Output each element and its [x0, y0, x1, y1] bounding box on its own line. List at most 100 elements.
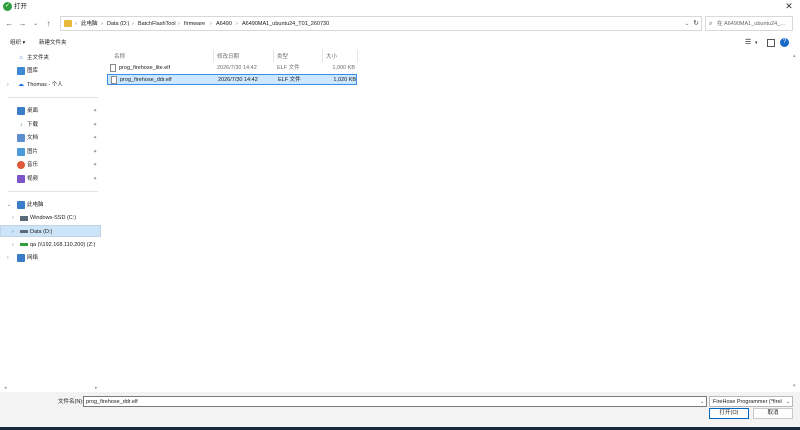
pin-icon: ✦ [93, 176, 98, 182]
gallery-icon [17, 67, 25, 75]
cancel-button[interactable]: 取消 [753, 408, 793, 419]
column-header-size[interactable]: 大小 [326, 53, 337, 61]
sidebar-item-music[interactable]: 音乐 ✦ [0, 159, 101, 171]
pictures-icon [17, 148, 25, 156]
file-size: 1,000 KB [332, 65, 355, 71]
navigation-pane: ⌂ 主文件夹 图库 › ☁ Thomas - 个人 桌面 ✦ ↓ 下载 ✦ 文档… [0, 50, 103, 390]
network-icon [17, 254, 25, 262]
column-header-modified[interactable]: 修改日期 [217, 53, 239, 61]
column-divider[interactable] [357, 50, 358, 62]
search-icon: ⌕ [709, 21, 713, 27]
file-type-filter[interactable]: FireHose Programmer (*firel ⌄ [709, 396, 793, 407]
breadcrumb-this-pc[interactable]: 此电脑 [81, 19, 98, 29]
chevron-right-icon[interactable]: › [12, 227, 14, 237]
sidebar-item-network-drive[interactable]: › qa (\\192.168.110.200) (Z:) [0, 239, 101, 251]
sidebar-item-videos[interactable]: 视频 ✦ [0, 173, 101, 185]
sidebar-item-downloads[interactable]: ↓ 下载 ✦ [0, 119, 101, 131]
file-icon [111, 76, 117, 84]
breadcrumb-current-folder[interactable]: A6490MA1_ubuntu24_T01_260730 [242, 19, 329, 29]
up-button[interactable]: ↑ [43, 18, 54, 30]
forward-button[interactable]: → [17, 18, 28, 30]
desktop-icon [17, 107, 25, 115]
close-button[interactable]: ✕ [781, 0, 797, 13]
sidebar-item-this-pc[interactable]: ⌄ 此电脑 [0, 199, 101, 211]
home-icon: ⌂ [19, 55, 23, 61]
drive-icon [20, 216, 28, 221]
preview-pane-icon[interactable] [767, 39, 775, 47]
chevron-down-icon[interactable]: ⌄ [7, 200, 11, 210]
breadcrumb-separator: › [75, 21, 77, 27]
file-type: ELF 文件 [277, 65, 300, 71]
filename-field[interactable] [83, 396, 707, 407]
chevron-down-icon[interactable]: ▾ [755, 38, 758, 48]
title-bar: ✓ 打开 ✕ [0, 0, 800, 13]
breadcrumb-batchflashtool[interactable]: BatchFlashTool [138, 19, 176, 29]
scroll-left-arrow[interactable]: ◂ [4, 385, 7, 391]
scroll-down-arrow[interactable]: ▾ [793, 383, 796, 389]
sidebar-item-gallery[interactable]: 图库 [0, 65, 101, 77]
filename-label: 文件名(N): [58, 399, 84, 405]
column-divider[interactable] [213, 50, 214, 62]
chevron-right-icon[interactable]: › [12, 240, 14, 250]
file-modified: 2026/7/30 14:42 [218, 77, 258, 83]
sidebar-item-network[interactable]: › 网络 [0, 252, 101, 264]
breadcrumb-firmware[interactable]: firmware [184, 19, 205, 29]
search-input[interactable]: 在 A6490MA1_ubuntu24_... [717, 19, 791, 29]
sidebar-item-label: 音乐 [27, 162, 39, 168]
sidebar-item-label: 视频 [27, 176, 39, 182]
breadcrumb-a6490[interactable]: A6490 [216, 19, 232, 29]
sidebar-item-label: Thomas - 个人 [27, 82, 63, 88]
back-button[interactable]: ← [4, 18, 15, 30]
divider [8, 191, 98, 192]
sidebar-item-desktop[interactable]: 桌面 ✦ [0, 105, 101, 117]
chevron-right-icon[interactable]: › [12, 213, 14, 223]
pin-icon: ✦ [93, 135, 98, 141]
column-divider[interactable] [273, 50, 274, 62]
sidebar-item-label: 主文件夹 [27, 55, 50, 61]
chevron-right-icon[interactable]: › [7, 253, 9, 263]
recent-locations-button[interactable]: ⌄ [30, 18, 41, 30]
scroll-right-arrow[interactable]: ▸ [95, 385, 98, 391]
file-row[interactable]: prog_firehose_ddr.elf 2026/7/30 14:42 EL… [107, 74, 357, 85]
sidebar-item-windows-ssd[interactable]: › Windows-SSD (C:) [0, 212, 101, 224]
sidebar-item-pictures[interactable]: 图片 ✦ [0, 146, 101, 158]
new-folder-button[interactable]: 新建文件夹 [39, 38, 67, 48]
breadcrumb-separator: › [101, 21, 103, 27]
chevron-down-icon[interactable]: ⌄ [685, 19, 689, 29]
chevron-right-icon[interactable]: › [7, 80, 9, 90]
pin-icon: ✦ [93, 162, 98, 168]
column-header-type[interactable]: 类型 [277, 53, 288, 61]
sidebar-item-data-drive[interactable]: › Data (D:) [0, 225, 101, 237]
sidebar-item-label: 此电脑 [27, 202, 44, 208]
pin-icon: ✦ [93, 149, 98, 155]
breadcrumb-data-drive[interactable]: Data (D:) [107, 19, 129, 29]
search-box[interactable]: ⌕ 在 A6490MA1_ubuntu24_... [705, 16, 793, 31]
sidebar-item-label: 下载 [27, 122, 39, 128]
file-icon [110, 64, 116, 72]
sidebar-item-label: 桌面 [27, 108, 39, 114]
help-icon[interactable]: ? [780, 38, 789, 47]
cloud-icon: ☁ [18, 82, 24, 88]
sidebar-item-thomas[interactable]: › ☁ Thomas - 个人 [0, 79, 101, 91]
breadcrumb-separator: › [178, 21, 180, 27]
file-list: 名称 修改日期 类型 大小 prog_firehose_lite.elf 202… [105, 50, 800, 390]
refresh-icon[interactable]: ↻ [693, 18, 699, 29]
column-header-name[interactable]: 名称 [114, 53, 125, 61]
chevron-down-icon: ⌄ [785, 399, 790, 405]
command-bar: 组织 ▾ 新建文件夹 ☰ ▾ ? [0, 36, 800, 50]
column-divider[interactable] [322, 50, 323, 62]
view-options-icon[interactable]: ☰ [745, 38, 751, 48]
scroll-up-arrow[interactable]: ▴ [793, 53, 796, 59]
network-drive-icon [20, 243, 28, 246]
sidebar-item-home[interactable]: ⌂ 主文件夹 [0, 52, 101, 64]
file-name: prog_firehose_ddr.elf [120, 77, 172, 83]
sidebar-item-documents[interactable]: 文档 ✦ [0, 132, 101, 144]
open-button[interactable]: 打开(O) [709, 408, 749, 419]
breadcrumb-separator: › [236, 21, 238, 27]
address-bar[interactable]: › 此电脑 › Data (D:) › BatchFlashTool › fir… [60, 16, 702, 31]
breadcrumb-separator: › [210, 21, 212, 27]
chevron-down-icon[interactable]: ⌄ [700, 397, 704, 407]
organize-button[interactable]: 组织 ▾ [10, 38, 25, 48]
pin-icon: ✦ [93, 122, 98, 128]
file-row[interactable]: prog_firehose_lite.elf 2026/7/30 14:42 E… [107, 63, 357, 74]
